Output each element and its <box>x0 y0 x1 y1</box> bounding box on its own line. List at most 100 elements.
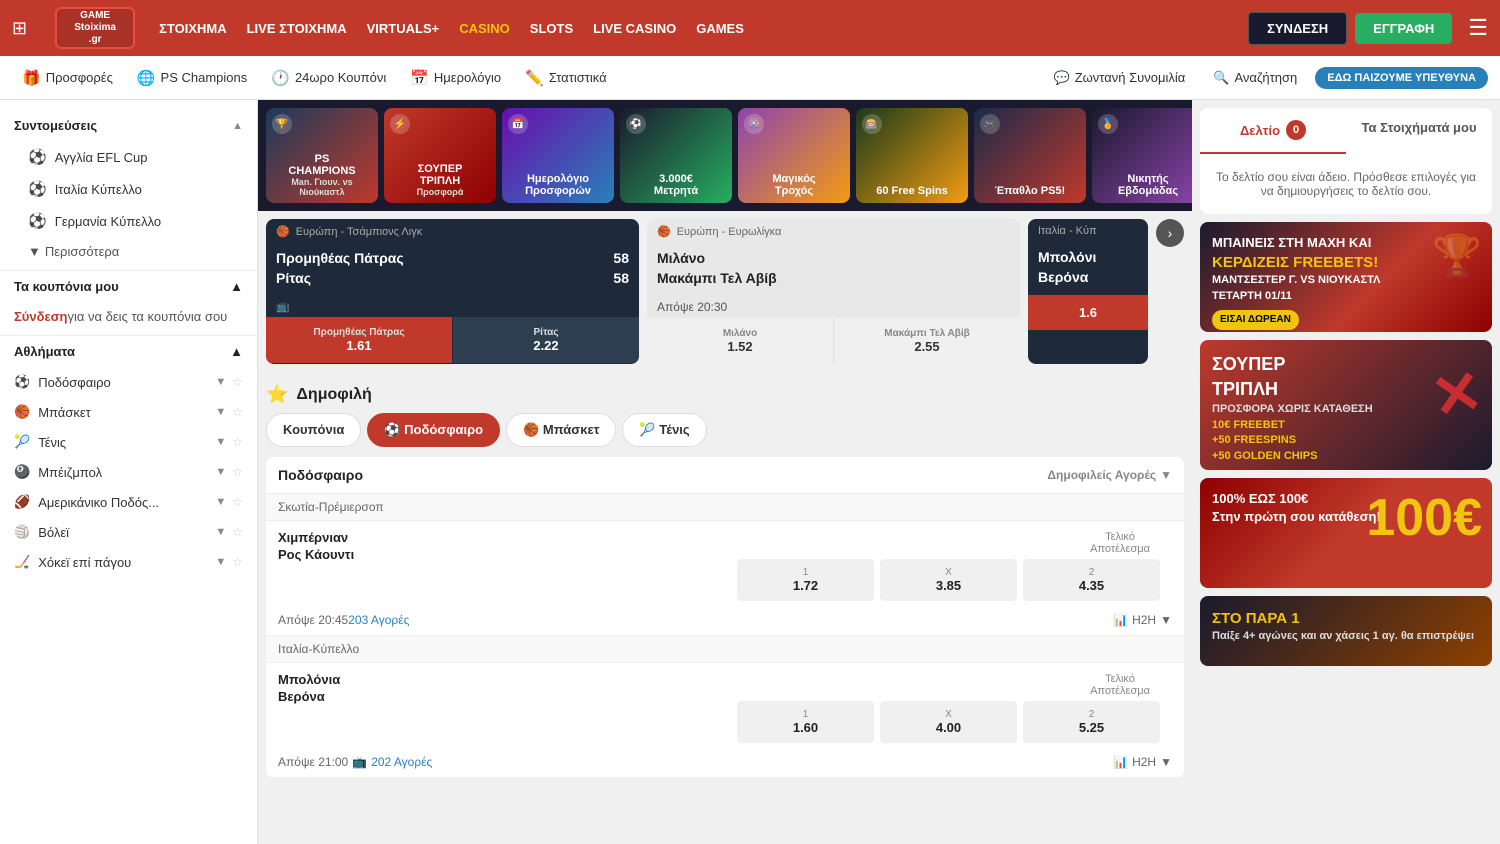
promo-card-2-title: ΣΟΥΠΕΡΤΡΙΠΛΗ <box>418 163 463 187</box>
live-match-2-btn-team2[interactable]: Μακάμπι Τελ Αβίβ 2.55 <box>833 318 1020 364</box>
dimofili-tabs: Κουπόνια ⚽ Ποδόσφαιρο 🏀 Μπάσκετ 🎾 Τένις <box>266 413 1184 447</box>
sidebar-sport-baseball[interactable]: 🎱 Μπέιζμπολ ▼ ☆ <box>0 457 257 487</box>
basketball-star-icon[interactable]: ☆ <box>232 405 243 419</box>
live-match-1-btn-team2[interactable]: Ρίτας 2.22 <box>452 317 639 363</box>
match-2-odd-1-label: 1 <box>741 709 870 720</box>
sidebar-sport-american-football[interactable]: 🏈 Αμερικάνικο Ποδός... ▼ ☆ <box>0 487 257 517</box>
match-2-odd-x[interactable]: Χ 4.00 <box>880 701 1017 743</box>
sidebar-item-england-efl[interactable]: ⚽ Αγγλία EFL Cup <box>0 141 257 173</box>
search-button[interactable]: 🔍 Αναζήτηση <box>1203 64 1307 92</box>
promo-card-calendar[interactable]: 📅 ΗμερολόγιοΠροσφορών <box>502 108 614 203</box>
ice-hockey-star-icon[interactable]: ☆ <box>232 555 243 569</box>
england-efl-icon: ⚽ <box>28 148 47 166</box>
sidebar-sport-basketball[interactable]: 🏀 Μπάσκετ ▼ ☆ <box>0 397 257 427</box>
sidebar-sport-ice-hockey[interactable]: 🏒 Χόκεϊ επί πάγου ▼ ☆ <box>0 547 257 577</box>
match-2-result-label-row: Τελικό Αποτέλεσμα <box>725 671 1172 697</box>
logo[interactable]: GAMEStoixima.gr <box>55 7 135 49</box>
right-banner-1-line2: ΚΕΡΔΙΖΕΙΣ FREEBETS! <box>1212 252 1380 273</box>
sports-header[interactable]: Αθλήματα ▲ <box>0 335 257 367</box>
tab-betslip[interactable]: Δελτίο 0 <box>1200 108 1346 154</box>
calendar-link[interactable]: 📅 Ημερολόγιο <box>400 63 511 93</box>
live-match-2-btn-team1[interactable]: Μιλάνο 1.52 <box>647 318 833 364</box>
promo-card-cash[interactable]: ⚽ 3.000€Μετρητά <box>620 108 732 203</box>
tab-my-bets[interactable]: Τα Στοιχήματά μου <box>1346 108 1492 154</box>
match-1-team1: Χιμπέρνιαν <box>278 529 725 546</box>
right-banner-3-line2: Στην πρώτη σου κατάθεση! <box>1212 508 1381 526</box>
shortcuts-more[interactable]: ▼ Περισσότερα <box>0 237 257 266</box>
sidebar-item-germany-cup[interactable]: ⚽ Γερμανία Κύπελλο <box>0 205 257 237</box>
match-2-odd-1[interactable]: 1 1.60 <box>737 701 874 743</box>
register-button[interactable]: ΕΓΓΡΑΦΗ <box>1355 13 1452 44</box>
promo-card-super-triple[interactable]: ⚡ ΣΟΥΠΕΡΤΡΙΠΛΗ Προσφορά <box>384 108 496 203</box>
table-row: Σκωτία-Πρέμιερσοπ Χιμπέρνιαν Ρος Κάουντι… <box>266 494 1184 636</box>
match-2-markets-link[interactable]: 202 Αγορές <box>371 755 432 769</box>
match-1-odd-1[interactable]: 1 1.72 <box>737 559 874 601</box>
popular-markets-btn[interactable]: Δημοφιλείς Αγορές ▼ <box>1047 468 1172 482</box>
right-banner-1[interactable]: ΜΠΑΙΝΕΙΣ ΣΤΗ ΜΑΧΗ ΚΑΙ ΚΕΡΔΙΖΕΙΣ FREEBETS… <box>1200 222 1492 332</box>
nav-slots[interactable]: SLOTS <box>530 17 573 40</box>
italy-cup-label: Ιταλία Κύπελλο <box>55 182 142 197</box>
tab-tennis[interactable]: 🎾 Τένις <box>622 413 706 447</box>
tab-football[interactable]: ⚽ Ποδόσφαιρο <box>367 413 500 447</box>
match-1-odd-x[interactable]: Χ 3.85 <box>880 559 1017 601</box>
live-chat-label: Ζωντανή Συνομιλία <box>1075 70 1186 85</box>
tennis-star-icon[interactable]: ☆ <box>232 435 243 449</box>
match-2-h2h-btn[interactable]: 📊 H2H ▼ <box>1113 755 1172 769</box>
nav-live-stoixima[interactable]: LIVE ΣΤΟΙΧΗΜΑ <box>247 17 347 40</box>
hamburger-icon[interactable]: ☰ <box>1468 15 1488 41</box>
logo-area[interactable]: GAMEStoixima.gr <box>55 7 135 49</box>
match-2-odd-x-value: 4.00 <box>936 720 961 735</box>
nav-casino[interactable]: CASINO <box>459 17 510 40</box>
shortcuts-header[interactable]: Συντομεύσεις ▲ <box>0 110 257 141</box>
nav-games[interactable]: GAMES <box>696 17 744 40</box>
sidebar-sport-football[interactable]: ⚽ Ποδόσφαιρο ▼ ☆ <box>0 367 257 397</box>
offers-link[interactable]: 🎁 Προσφορές <box>12 63 123 93</box>
responsible-gaming-button[interactable]: ΕΔΩ ΠΑΙΖΟΥΜΕ ΥΠΕΥΘΥΝΑ <box>1315 67 1488 89</box>
sidebar-item-italy-cup[interactable]: ⚽ Ιταλία Κύπελλο <box>0 173 257 205</box>
tab-basketball[interactable]: 🏀 Μπάσκετ <box>506 413 616 447</box>
live-matches-next-arrow[interactable]: › <box>1156 219 1184 247</box>
american-football-star-icon[interactable]: ☆ <box>232 495 243 509</box>
stats-link[interactable]: ✏️ Στατιστικά <box>515 63 617 93</box>
right-banner-3[interactable]: 100% ΕΩΣ 100€ Στην πρώτη σου κατάθεση! 1… <box>1200 478 1492 588</box>
coupon-24h-label: 24ωρο Κουπόνι <box>295 70 386 85</box>
promo-card-magic-wheel[interactable]: 🎡 ΜαγικόςΤροχός <box>738 108 850 203</box>
coupon-24h-link[interactable]: 🕐 24ωρο Κουπόνι <box>261 63 396 93</box>
sidebar-sport-volleyball[interactable]: 🏐 Βόλεϊ ▼ ☆ <box>0 517 257 547</box>
baseball-star-icon[interactable]: ☆ <box>232 465 243 479</box>
match-1-markets-link[interactable]: 203 Αγορές <box>348 613 409 627</box>
promo-card-winner[interactable]: 🏅 ΝικητήςΕβδομάδας <box>1092 108 1192 203</box>
nav-stoixima[interactable]: ΣΤΟΙΧΗΜΑ <box>159 17 227 40</box>
right-banner-2[interactable]: ΣΟΥΠΕΡ ΤΡΙΠΛΗ ΠΡΟΣΦΟΡΑ ΧΩΡΙΣ ΚΑΤΑΘΕΣΗ 10… <box>1200 340 1492 470</box>
promo-card-ps5[interactable]: 🎮 Έπαθλο PS5! <box>974 108 1086 203</box>
promo-card-free-spins[interactable]: 🎰 60 Free Spins <box>856 108 968 203</box>
coupons-header[interactable]: Τα κουπόνια μου ▲ <box>0 270 257 302</box>
ps-champions-link[interactable]: 🌐 PS Champions <box>127 63 257 93</box>
volleyball-label: Βόλεϊ <box>38 525 69 540</box>
login-button[interactable]: ΣΥΝΔΕΣΗ <box>1248 12 1347 45</box>
nav-live-casino[interactable]: LIVE CASINO <box>593 17 676 40</box>
match-1-h2h-btn[interactable]: 📊 H2H ▼ <box>1113 613 1172 627</box>
volleyball-star-icon[interactable]: ☆ <box>232 525 243 539</box>
promo-card-ps-champions[interactable]: 🏆 PSCHAMPIONS Μan. Γιουν. vs Νιούκαστλ <box>266 108 378 203</box>
dimofili-star-icon: ⭐ <box>266 384 288 405</box>
live-chat-button[interactable]: 💬 Ζωντανή Συνομιλία <box>1044 64 1196 92</box>
tab-coupons[interactable]: Κουπόνια <box>266 413 361 447</box>
football-star-icon[interactable]: ☆ <box>232 375 243 389</box>
promo-card-3-icon: 📅 <box>508 114 528 134</box>
right-banner-1-cta[interactable]: ΕΙΣΑΙ ΔΩΡΕΑΝ <box>1212 310 1299 330</box>
live-match-1-btn-team1[interactable]: Προμηθέας Πάτρας 1.61 <box>266 317 452 363</box>
shortcuts-arrow-icon: ▲ <box>232 120 243 132</box>
match-1-odd-2[interactable]: 2 4.35 <box>1023 559 1160 601</box>
match-2-odd-2[interactable]: 2 5.25 <box>1023 701 1160 743</box>
sidebar-sport-tennis[interactable]: 🎾 Τένις ▼ ☆ <box>0 427 257 457</box>
live-match-1-team2-name: Ρίτας <box>276 270 311 286</box>
coupons-login-link[interactable]: Σύνδεση <box>14 309 68 324</box>
dimofili-section: ⭐ Δημοφιλή Κουπόνια ⚽ Ποδόσφαιρο 🏀 Μπάσκ… <box>258 372 1192 794</box>
grid-icon[interactable]: ⊞ <box>12 18 27 39</box>
match-2-result-label: Τελικό Αποτέλεσμα <box>1080 673 1160 697</box>
right-banner-4[interactable]: ΣΤΟ ΠΑΡΑ 1 Παίξε 4+ αγώνες και αν χάσεις… <box>1200 596 1492 666</box>
nav-virtuals[interactable]: VIRTUALS+ <box>367 17 440 40</box>
live-match-3-btn[interactable]: 1.6 <box>1028 295 1148 330</box>
tab-basketball-icon: 🏀 <box>523 422 539 437</box>
